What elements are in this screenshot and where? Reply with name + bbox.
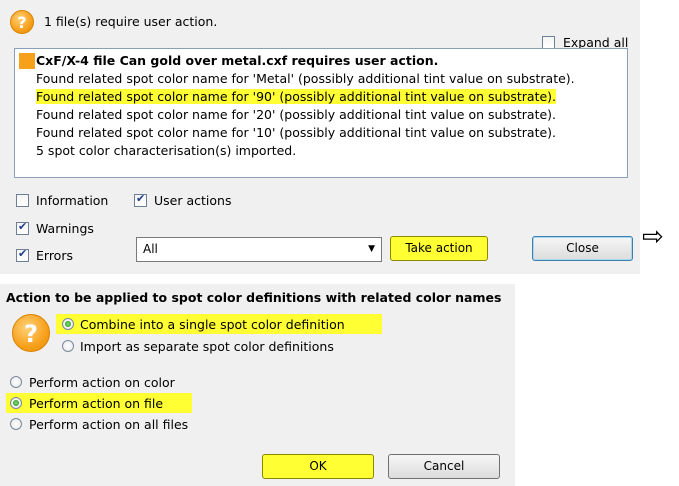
warnings-checkbox[interactable] <box>16 220 29 235</box>
cancel-button[interactable]: Cancel <box>388 454 500 479</box>
import-separate-label: Import as separate spot color definition… <box>80 339 334 354</box>
filter-dropdown[interactable]: All ▼ <box>136 237 382 262</box>
spot-color-action-dialog: Action to be applied to spot color defin… <box>0 284 515 486</box>
dialog-title: Action to be applied to spot color defin… <box>6 290 502 305</box>
errors-checkbox[interactable] <box>16 247 29 262</box>
combine-label: Combine into a single spot color definit… <box>80 317 345 332</box>
action-on-file-label: Perform action on file <box>29 396 164 411</box>
action-on-all-files-label: Perform action on all files <box>29 417 189 432</box>
combine-radio[interactable] <box>62 318 74 330</box>
filter-dropdown-value: All <box>143 242 158 256</box>
header-text: 1 file(s) require user action. <box>44 14 218 29</box>
file-actions-dialog: ? 1 file(s) require user action. Expand … <box>0 0 640 274</box>
information-checkbox[interactable] <box>16 194 29 207</box>
action-on-color-radio[interactable] <box>10 376 22 388</box>
message-line: Found related spot color name for '20' (… <box>36 107 557 122</box>
action-on-color-label: Perform action on color <box>29 375 175 390</box>
user-actions-label: User actions <box>154 193 232 208</box>
take-action-button[interactable]: Take action <box>390 236 488 261</box>
question-icon: ? <box>10 10 34 34</box>
close-button[interactable]: Close <box>532 236 633 261</box>
errors-label: Errors <box>36 248 73 263</box>
message-line: Found related spot color name for 'Metal… <box>36 71 575 86</box>
information-label: Information <box>36 193 109 208</box>
question-icon: ? <box>12 314 50 352</box>
message-line: Found related spot color name for '10' (… <box>36 125 557 140</box>
right-arrow-icon: ⇨ <box>642 222 664 252</box>
action-on-file-radio[interactable] <box>10 397 22 409</box>
import-separate-radio[interactable] <box>62 340 74 352</box>
message-title: CxF/X-4 file Can gold over metal.cxf req… <box>36 53 439 68</box>
message-line-highlighted: Found related spot color name for '90' (… <box>36 89 557 104</box>
warning-marker-icon <box>19 53 35 69</box>
action-on-all-files-radio[interactable] <box>10 418 22 430</box>
ok-button[interactable]: OK <box>262 454 374 479</box>
messages-list[interactable]: CxF/X-4 file Can gold over metal.cxf req… <box>14 48 628 178</box>
user-actions-checkbox[interactable] <box>134 192 147 207</box>
dropdown-arrow-icon: ▼ <box>368 244 375 254</box>
message-line: 5 spot color characterisation(s) importe… <box>36 143 297 158</box>
warnings-label: Warnings <box>36 221 94 236</box>
